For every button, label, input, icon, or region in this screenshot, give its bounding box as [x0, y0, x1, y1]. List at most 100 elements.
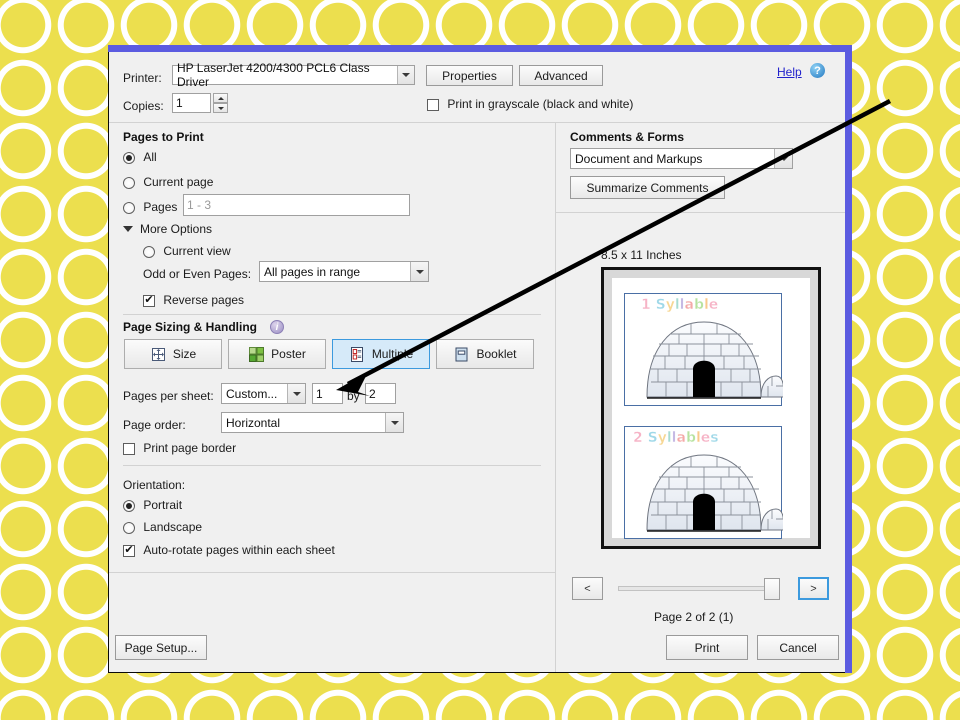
- chevron-down-icon: [774, 149, 792, 168]
- printer-select[interactable]: HP LaserJet 4200/4300 PCL6 Class Driver: [172, 61, 415, 89]
- size-button-label: Size: [172, 347, 197, 361]
- radio-portrait-icon[interactable]: [123, 499, 135, 512]
- radio-all-label: All: [143, 150, 157, 164]
- print-page-border-label: Print page border: [143, 441, 237, 455]
- by-label: by: [347, 389, 360, 403]
- page-order-value: Horizontal: [226, 415, 281, 430]
- dialog-title-bar: [108, 45, 852, 52]
- radio-all-icon[interactable]: [123, 151, 135, 164]
- copies-label: Copies:: [123, 99, 164, 113]
- booklet-icon: [455, 347, 468, 361]
- reverse-pages-check-icon[interactable]: ✔: [143, 294, 155, 307]
- reverse-pages-label: Reverse pages: [163, 293, 245, 307]
- printer-label: Printer:: [123, 71, 162, 85]
- radio-portrait-label: Portrait: [143, 498, 183, 512]
- print-preview-sheet[interactable]: 1 Syllable 2 Syllables: [601, 267, 821, 549]
- page-sizing-title: Page Sizing & Handling: [123, 320, 258, 334]
- comments-forms-title: Comments & Forms: [570, 130, 685, 144]
- page-setup-button[interactable]: Page Setup...: [115, 635, 207, 660]
- poster-button[interactable]: Poster: [228, 339, 326, 369]
- preview-thumbnail-1: 1 Syllable: [624, 293, 783, 406]
- grayscale-checkbox[interactable]: Print in grayscale (black and white): [427, 97, 633, 111]
- stepper-up-icon[interactable]: [213, 93, 228, 103]
- radio-current-page[interactable]: Current page: [123, 175, 213, 189]
- pages-range-input[interactable]: 1 - 3: [183, 194, 410, 216]
- preview-slider-track[interactable]: [618, 586, 778, 591]
- more-options-toggle[interactable]: More Options: [123, 222, 212, 236]
- radio-all[interactable]: All: [123, 150, 157, 164]
- preview-slider-thumb[interactable]: [764, 578, 780, 600]
- chevron-down-icon: [385, 413, 403, 432]
- multiple-icon: [350, 346, 363, 362]
- size-button[interactable]: Size: [124, 339, 222, 369]
- auto-rotate-check-icon[interactable]: ✔: [123, 544, 135, 557]
- printer-select-value: HP LaserJet 4200/4300 PCL6 Class Driver: [177, 61, 370, 89]
- print-button[interactable]: Print: [666, 635, 748, 660]
- print-page-border-checkbox[interactable]: Print page border: [123, 441, 236, 455]
- preview-page: 1 Syllable 2 Syllables: [612, 278, 810, 539]
- radio-current-view-icon[interactable]: [143, 245, 155, 258]
- comments-forms-value: Document and Markups: [575, 151, 703, 166]
- size-icon: [151, 347, 165, 361]
- pages-per-sheet-select[interactable]: Custom...: [221, 383, 306, 404]
- auto-rotate-checkbox[interactable]: ✔ Auto-rotate pages within each sheet: [123, 543, 335, 557]
- multiple-button[interactable]: Multiple: [332, 339, 430, 369]
- cancel-button[interactable]: Cancel: [757, 635, 839, 660]
- properties-button[interactable]: Properties: [426, 65, 513, 86]
- chevron-down-icon: [287, 384, 305, 403]
- print-page-border-check-icon[interactable]: [123, 442, 135, 455]
- page-order-label: Page order:: [123, 418, 186, 432]
- help-link[interactable]: Help: [777, 65, 802, 79]
- prev-page-button[interactable]: <: [572, 577, 603, 600]
- reverse-pages-checkbox[interactable]: ✔ Reverse pages: [143, 293, 244, 307]
- radio-pages[interactable]: Pages: [123, 200, 177, 214]
- radio-portrait[interactable]: Portrait: [123, 498, 182, 512]
- poster-button-label: Poster: [271, 347, 306, 361]
- page-status-label: Page 2 of 2 (1): [654, 610, 734, 624]
- pages-per-sheet-value: Custom...: [226, 386, 278, 401]
- chevron-down-icon[interactable]: [123, 226, 133, 232]
- info-icon[interactable]: i: [270, 320, 284, 334]
- rows-input[interactable]: 2: [365, 383, 396, 404]
- odd-even-select[interactable]: All pages in range: [259, 261, 429, 282]
- igloo-illustration: [646, 321, 783, 399]
- radio-landscape[interactable]: Landscape: [123, 520, 202, 534]
- advanced-button[interactable]: Advanced: [519, 65, 603, 86]
- igloo-illustration: [646, 454, 783, 532]
- columns-input[interactable]: 1: [312, 383, 343, 404]
- copies-input[interactable]: 1: [172, 93, 211, 113]
- auto-rotate-label: Auto-rotate pages within each sheet: [143, 543, 335, 557]
- copies-stepper[interactable]: [213, 93, 228, 113]
- help-icon[interactable]: ?: [810, 63, 825, 78]
- orientation-title: Orientation:: [123, 478, 186, 492]
- poster-icon: [249, 346, 265, 362]
- odd-even-value: All pages in range: [264, 264, 361, 279]
- radio-landscape-label: Landscape: [143, 520, 203, 534]
- multiple-button-label: Multiple: [371, 347, 414, 361]
- preview-thumbnail-2: 2 Syllables: [624, 426, 783, 539]
- radio-current-page-label: Current page: [143, 175, 214, 189]
- booklet-button[interactable]: Booklet: [436, 339, 534, 369]
- comments-forms-select[interactable]: Document and Markups: [570, 148, 793, 169]
- radio-current-view-label: Current view: [163, 244, 231, 258]
- paper-size-label: 8.5 x 11 Inches: [601, 248, 682, 262]
- dialog-right-edge: [845, 45, 852, 673]
- radio-current-page-icon[interactable]: [123, 176, 135, 189]
- more-options-label: More Options: [140, 222, 213, 236]
- pages-to-print-title: Pages to Print: [123, 130, 204, 144]
- radio-pages-label: Pages: [143, 200, 178, 214]
- radio-current-view[interactable]: Current view: [143, 244, 231, 258]
- grayscale-check-icon[interactable]: [427, 98, 439, 111]
- page-order-select[interactable]: Horizontal: [221, 412, 404, 433]
- stepper-down-icon[interactable]: [213, 103, 228, 113]
- pages-per-sheet-label: Pages per sheet:: [123, 389, 214, 403]
- radio-pages-icon[interactable]: [123, 201, 135, 214]
- grayscale-label: Print in grayscale (black and white): [447, 97, 634, 111]
- chevron-down-icon: [396, 66, 414, 84]
- booklet-button-label: Booklet: [476, 347, 517, 361]
- chevron-down-icon: [410, 262, 428, 281]
- next-page-button[interactable]: >: [798, 577, 829, 600]
- odd-even-label: Odd or Even Pages:: [143, 267, 252, 281]
- radio-landscape-icon[interactable]: [123, 521, 135, 534]
- summarize-comments-button[interactable]: Summarize Comments: [570, 176, 725, 199]
